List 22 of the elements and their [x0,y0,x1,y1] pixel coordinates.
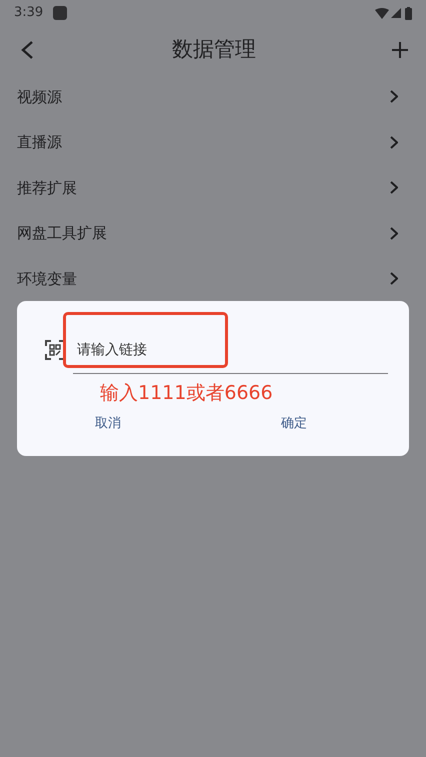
chevron-right-icon [390,226,398,240]
dialog-button[interactable]: 取消 [95,414,121,433]
chevron-right-icon [390,136,398,149]
chevron-right-icon [390,181,398,194]
menu-item[interactable]: 直播源 [0,120,426,165]
menu-item[interactable]: 视频源 [0,74,426,120]
page-title: 数据管理 [172,36,256,64]
battery-icon [405,6,412,20]
add-button[interactable] [390,40,410,60]
chevron-right-icon [390,90,398,104]
signal-icon [391,8,401,18]
scan-icon[interactable] [45,340,65,360]
menu-item[interactable]: 网盘工具扩展 [0,210,426,256]
link-input-field[interactable]: 请输入链接 [73,328,388,374]
menu-item[interactable]: 环境变量 [0,256,426,302]
dialog-button[interactable]: 确定 [281,414,307,433]
chevron-right-icon [390,272,398,286]
notification-icon [53,6,68,20]
annotation-text: 输入1111或者6666 [100,380,274,406]
wifi-icon [375,8,389,18]
status-time: 3:39 [14,4,44,22]
menu-item[interactable]: 推荐扩展 [0,165,426,210]
